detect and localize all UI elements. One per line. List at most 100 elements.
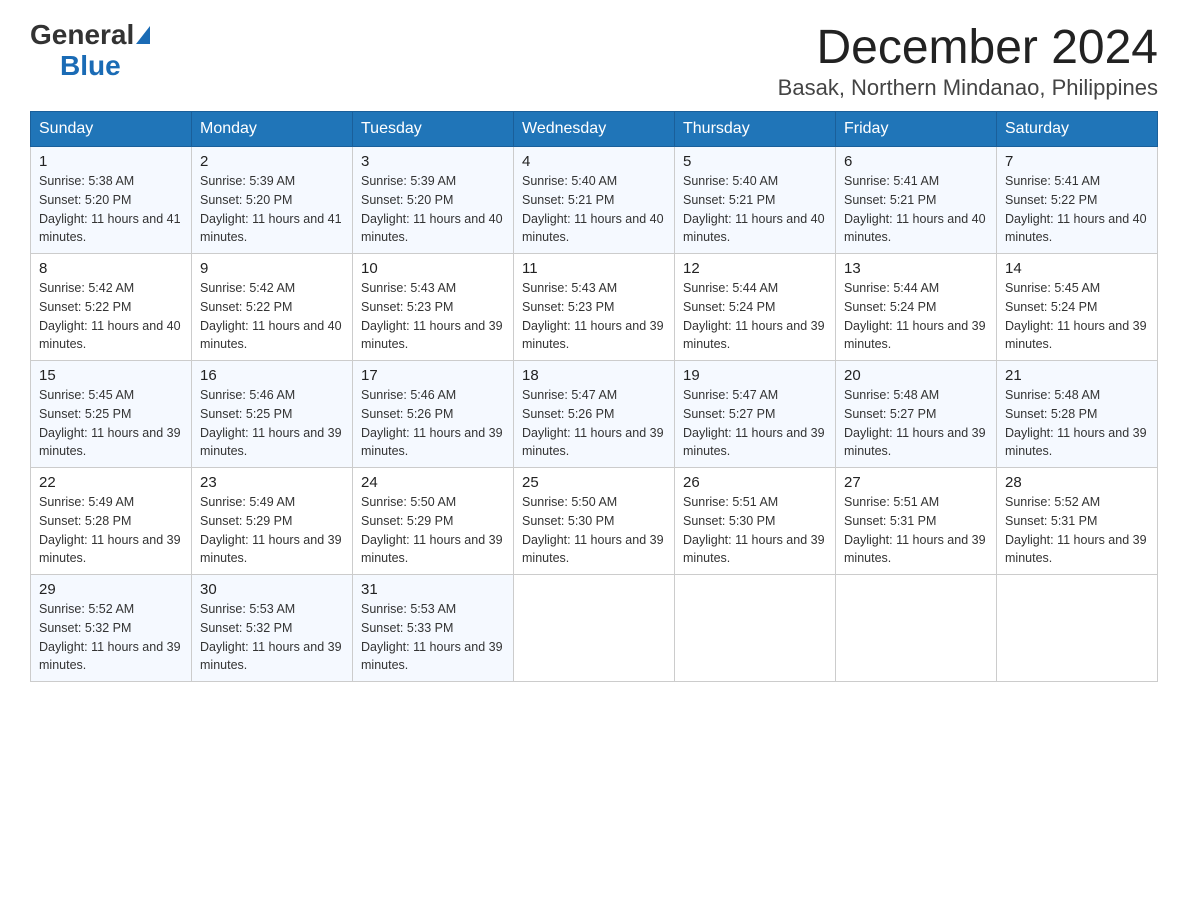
day-number: 2	[200, 153, 344, 170]
day-info: Sunrise: 5:44 AMSunset: 5:24 PMDaylight:…	[844, 279, 988, 354]
day-info: Sunrise: 5:52 AMSunset: 5:32 PMDaylight:…	[39, 600, 183, 675]
day-cell-23: 23Sunrise: 5:49 AMSunset: 5:29 PMDayligh…	[192, 468, 353, 575]
logo-blue-text: Blue	[60, 51, 121, 82]
day-number: 7	[1005, 153, 1149, 170]
day-info: Sunrise: 5:47 AMSunset: 5:26 PMDaylight:…	[522, 386, 666, 461]
header-cell-friday: Friday	[836, 112, 997, 147]
day-number: 8	[39, 260, 183, 277]
day-info: Sunrise: 5:43 AMSunset: 5:23 PMDaylight:…	[522, 279, 666, 354]
day-cell-26: 26 Sunrise: 5:51 AMSunset: 5:30 PMDayligh…	[675, 468, 836, 575]
logo-general-text: General	[30, 20, 150, 51]
day-cell-19: 19 Sunrise: 5:47 AMSunset: 5:27 PMDayligh…	[675, 361, 836, 468]
day-info: Sunrise: 5:53 AMSunset: 5:32 PMDaylight:…	[200, 600, 344, 675]
week-row-3: 15 Sunrise: 5:45 AMSunset: 5:25 PMDayligh…	[31, 361, 1158, 468]
day-info: Sunrise: 5:39 AMSunset: 5:20 PMDaylight:…	[200, 172, 344, 247]
day-info: Sunrise: 5:48 AMSunset: 5:28 PMDaylight:…	[1005, 386, 1149, 461]
day-number: 10	[361, 260, 505, 277]
empty-cell	[997, 575, 1158, 682]
day-info: Sunrise: 5:42 AMSunset: 5:22 PMDaylight:…	[39, 279, 183, 354]
day-number: 21	[1005, 367, 1149, 384]
week-row-5: 29 Sunrise: 5:52 AMSunset: 5:32 PMDayligh…	[31, 575, 1158, 682]
day-info: Sunrise: 5:42 AMSunset: 5:22 PMDaylight:…	[200, 279, 344, 354]
day-cell-1: 1 Sunrise: 5:38 AMSunset: 5:20 PMDaylight…	[31, 147, 192, 254]
day-info: Sunrise: 5:47 AMSunset: 5:27 PMDaylight:…	[683, 386, 827, 461]
day-cell-11: 11 Sunrise: 5:43 AMSunset: 5:23 PMDayligh…	[514, 254, 675, 361]
day-number: 1	[39, 153, 183, 170]
day-info: Sunrise: 5:52 AMSunset: 5:31 PMDaylight:…	[1005, 493, 1149, 568]
day-cell-20: 20 Sunrise: 5:48 AMSunset: 5:27 PMDayligh…	[836, 361, 997, 468]
day-cell-6: 6 Sunrise: 5:41 AMSunset: 5:21 PMDaylight…	[836, 147, 997, 254]
day-info: Sunrise: 5:38 AMSunset: 5:20 PMDaylight:…	[39, 172, 183, 247]
day-info: Sunrise: 5:48 AMSunset: 5:27 PMDaylight:…	[844, 386, 988, 461]
header-row: SundayMondayTuesdayWednesdayThursdayFrid…	[31, 112, 1158, 147]
day-cell-2: 2 Sunrise: 5:39 AMSunset: 5:20 PMDaylight…	[192, 147, 353, 254]
day-cell-24: 24 Sunrise: 5:50 AMSunset: 5:29 PMDayligh…	[353, 468, 514, 575]
day-info: Sunrise: 5:43 AMSunset: 5:23 PMDaylight:…	[361, 279, 505, 354]
day-number: 18	[522, 367, 666, 384]
day-number: 5	[683, 153, 827, 170]
day-number: 11	[522, 260, 666, 277]
day-cell-12: 12 Sunrise: 5:44 AMSunset: 5:24 PMDayligh…	[675, 254, 836, 361]
day-info: Sunrise: 5:45 AMSunset: 5:24 PMDaylight:…	[1005, 279, 1149, 354]
day-number: 12	[683, 260, 827, 277]
day-info: Sunrise: 5:51 AMSunset: 5:30 PMDaylight:…	[683, 493, 827, 568]
day-number: 26	[683, 474, 827, 491]
day-cell-15: 15 Sunrise: 5:45 AMSunset: 5:25 PMDayligh…	[31, 361, 192, 468]
day-cell-25: 25 Sunrise: 5:50 AMSunset: 5:30 PMDayligh…	[514, 468, 675, 575]
day-info: Sunrise: 5:46 AMSunset: 5:26 PMDaylight:…	[361, 386, 505, 461]
day-info: Sunrise: 5:49 AMSunset: 5:28 PMDaylight:…	[39, 493, 183, 568]
day-number: 6	[844, 153, 988, 170]
day-cell-10: 10 Sunrise: 5:43 AMSunset: 5:23 PMDayligh…	[353, 254, 514, 361]
day-info: Sunrise: 5:40 AMSunset: 5:21 PMDaylight:…	[522, 172, 666, 247]
header-cell-tuesday: Tuesday	[353, 112, 514, 147]
day-info: Sunrise: 5:41 AMSunset: 5:22 PMDaylight:…	[1005, 172, 1149, 247]
day-info: Sunrise: 5:39 AMSunset: 5:20 PMDaylight:…	[361, 172, 505, 247]
week-row-1: 1 Sunrise: 5:38 AMSunset: 5:20 PMDaylight…	[31, 147, 1158, 254]
day-info: Sunrise: 5:41 AMSunset: 5:21 PMDaylight:…	[844, 172, 988, 247]
day-cell-13: 13 Sunrise: 5:44 AMSunset: 5:24 PMDayligh…	[836, 254, 997, 361]
day-cell-28: 28 Sunrise: 5:52 AMSunset: 5:31 PMDayligh…	[997, 468, 1158, 575]
day-cell-14: 14 Sunrise: 5:45 AMSunset: 5:24 PMDayligh…	[997, 254, 1158, 361]
day-number: 13	[844, 260, 988, 277]
day-number: 22	[39, 474, 183, 491]
day-cell-9: 9 Sunrise: 5:42 AMSunset: 5:22 PMDaylight…	[192, 254, 353, 361]
week-row-4: 22 Sunrise: 5:49 AMSunset: 5:28 PMDayligh…	[31, 468, 1158, 575]
day-number: 15	[39, 367, 183, 384]
title-block: December 2024 Basak, Northern Mindanao, …	[778, 20, 1158, 101]
month-title: December 2024	[778, 20, 1158, 75]
day-number: 19	[683, 367, 827, 384]
day-cell-30: 30 Sunrise: 5:53 AMSunset: 5:32 PMDayligh…	[192, 575, 353, 682]
day-number: 28	[1005, 474, 1149, 491]
day-info: Sunrise: 5:50 AMSunset: 5:30 PMDaylight:…	[522, 493, 666, 568]
day-info: Sunrise: 5:45 AMSunset: 5:25 PMDaylight:…	[39, 386, 183, 461]
day-number: 20	[844, 367, 988, 384]
header-cell-monday: Monday	[192, 112, 353, 147]
day-cell-22: 22 Sunrise: 5:49 AMSunset: 5:28 PMDayligh…	[31, 468, 192, 575]
day-number: 3	[361, 153, 505, 170]
day-cell-17: 17Sunrise: 5:46 AMSunset: 5:26 PMDayligh…	[353, 361, 514, 468]
day-info: Sunrise: 5:44 AMSunset: 5:24 PMDaylight:…	[683, 279, 827, 354]
location-title: Basak, Northern Mindanao, Philippines	[778, 75, 1158, 101]
logo: General Blue	[30, 20, 150, 82]
day-number: 30	[200, 581, 344, 598]
day-cell-27: 27Sunrise: 5:51 AMSunset: 5:31 PMDayligh…	[836, 468, 997, 575]
page-header: General Blue December 2024 Basak, Northe…	[30, 20, 1158, 101]
header-cell-wednesday: Wednesday	[514, 112, 675, 147]
day-cell-7: 7 Sunrise: 5:41 AMSunset: 5:22 PMDaylight…	[997, 147, 1158, 254]
day-info: Sunrise: 5:53 AMSunset: 5:33 PMDaylight:…	[361, 600, 505, 675]
header-cell-thursday: Thursday	[675, 112, 836, 147]
day-number: 14	[1005, 260, 1149, 277]
day-number: 9	[200, 260, 344, 277]
day-info: Sunrise: 5:50 AMSunset: 5:29 PMDaylight:…	[361, 493, 505, 568]
day-cell-29: 29 Sunrise: 5:52 AMSunset: 5:32 PMDayligh…	[31, 575, 192, 682]
day-cell-21: 21 Sunrise: 5:48 AMSunset: 5:28 PMDayligh…	[997, 361, 1158, 468]
day-number: 16	[200, 367, 344, 384]
day-info: Sunrise: 5:40 AMSunset: 5:21 PMDaylight:…	[683, 172, 827, 247]
logo-triangle-icon	[136, 26, 150, 44]
calendar-body: 1 Sunrise: 5:38 AMSunset: 5:20 PMDaylight…	[31, 147, 1158, 682]
day-number: 29	[39, 581, 183, 598]
header-cell-saturday: Saturday	[997, 112, 1158, 147]
day-number: 25	[522, 474, 666, 491]
day-number: 27	[844, 474, 988, 491]
day-number: 24	[361, 474, 505, 491]
